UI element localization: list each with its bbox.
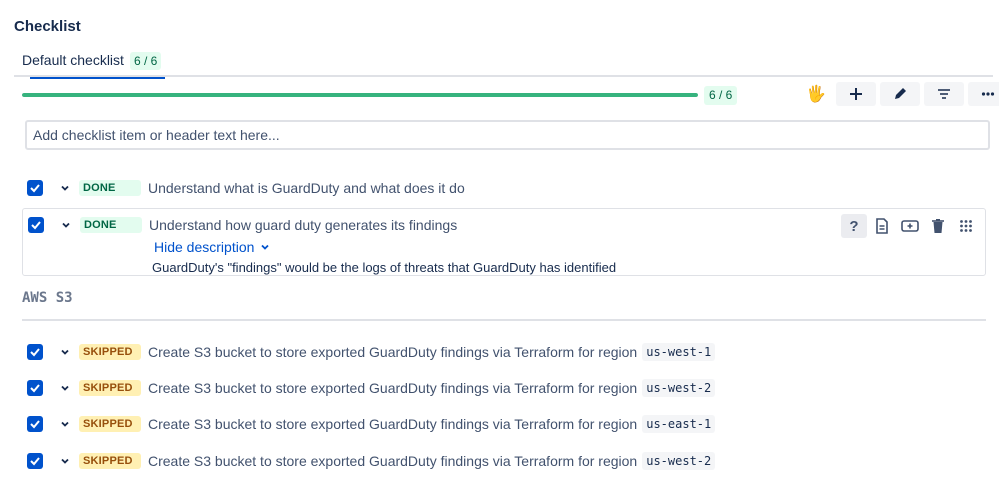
tab-active-underline xyxy=(30,77,166,79)
add-item-button[interactable] xyxy=(836,82,876,106)
hide-description-link[interactable]: Hide description xyxy=(154,239,270,255)
checklist-item: SKIPPED Create S3 bucket to store export… xyxy=(22,444,986,478)
plus-icon xyxy=(850,88,862,100)
filter-icon xyxy=(938,89,950,99)
item-checkbox[interactable] xyxy=(27,416,43,432)
item-description[interactable]: GuardDuty's "findings" would be the logs… xyxy=(152,260,616,275)
raised-hand-icon[interactable]: 🖐 xyxy=(800,82,832,106)
expand-toggle[interactable] xyxy=(57,380,73,396)
status-lozenge[interactable]: DONE xyxy=(80,217,142,233)
region-code: us-west-1 xyxy=(642,343,716,361)
pencil-icon xyxy=(895,88,906,99)
checklist-toolbar: 🖐 xyxy=(800,82,999,106)
checklist-item: SKIPPED Create S3 bucket to store export… xyxy=(22,335,986,369)
trash-icon xyxy=(932,219,944,233)
chevron-down-icon xyxy=(261,244,270,250)
description-button[interactable] xyxy=(869,214,895,238)
item-text[interactable]: Create S3 bucket to store exported Guard… xyxy=(148,380,637,396)
tab-default-checklist[interactable]: Default checklist 6 / 6 xyxy=(22,50,166,79)
check-icon xyxy=(30,184,40,193)
checklist-item: DONE Understand what is GuardDuty and wh… xyxy=(22,171,986,205)
item-text[interactable]: Understand what is GuardDuty and what do… xyxy=(148,180,465,196)
item-text[interactable]: Understand how guard duty generates its … xyxy=(149,217,457,233)
item-checkbox[interactable] xyxy=(27,180,43,196)
drag-handle-icon xyxy=(960,220,972,232)
chevron-down-icon xyxy=(61,349,69,355)
help-button[interactable]: ? xyxy=(841,214,867,238)
status-lozenge[interactable]: SKIPPED xyxy=(79,453,141,469)
status-lozenge[interactable]: SKIPPED xyxy=(79,344,141,360)
region-code: us-west-2 xyxy=(642,379,716,397)
tab-count-badge: 6 / 6 xyxy=(129,52,162,70)
progress-bar xyxy=(22,93,698,97)
item-text[interactable]: Create S3 bucket to store exported Guard… xyxy=(148,344,637,360)
chevron-down-icon xyxy=(61,421,69,427)
delete-button[interactable] xyxy=(925,214,951,238)
region-code: us-west-2 xyxy=(642,452,716,470)
checklist-tabs: Default checklist 6 / 6 xyxy=(14,50,993,79)
check-icon xyxy=(30,384,40,393)
help-icon: ? xyxy=(849,217,859,235)
tab-label: Default checklist xyxy=(22,52,124,68)
hide-description-label: Hide description xyxy=(154,239,255,255)
drag-handle[interactable] xyxy=(953,214,979,238)
check-icon xyxy=(30,457,40,466)
item-actions: ? xyxy=(841,214,979,238)
document-icon xyxy=(876,218,888,234)
add-item-input[interactable] xyxy=(25,120,990,150)
status-lozenge[interactable]: SKIPPED xyxy=(79,416,141,432)
expand-toggle[interactable] xyxy=(57,453,73,469)
region-code: us-east-1 xyxy=(642,415,716,433)
expand-toggle[interactable] xyxy=(57,180,73,196)
status-lozenge[interactable]: SKIPPED xyxy=(79,380,141,396)
checklist-title: Checklist xyxy=(14,18,81,35)
expand-toggle[interactable] xyxy=(57,416,73,432)
item-text[interactable]: Create S3 bucket to store exported Guard… xyxy=(148,416,637,432)
progress-fill xyxy=(22,93,698,97)
item-checkbox[interactable] xyxy=(27,380,43,396)
section-header[interactable]: AWS S3 xyxy=(22,290,73,306)
chevron-down-icon xyxy=(61,185,69,191)
item-text[interactable]: Create S3 bucket to store exported Guard… xyxy=(148,453,637,469)
convert-to-card-button[interactable] xyxy=(897,214,923,238)
check-icon xyxy=(31,221,41,230)
chevron-down-icon xyxy=(61,458,69,464)
item-checkbox[interactable] xyxy=(27,344,43,360)
add-card-icon xyxy=(901,220,919,232)
item-checkbox[interactable] xyxy=(28,217,44,233)
chevron-down-icon xyxy=(62,222,70,228)
check-icon xyxy=(30,420,40,429)
more-button[interactable] xyxy=(968,82,999,106)
checklist-item: SKIPPED Create S3 bucket to store export… xyxy=(22,407,986,441)
more-icon xyxy=(981,92,995,96)
item-checkbox[interactable] xyxy=(27,453,43,469)
check-icon xyxy=(30,348,40,357)
progress-label: 6 / 6 xyxy=(704,86,738,105)
checklist-item: SKIPPED Create S3 bucket to store export… xyxy=(22,371,986,405)
section-divider xyxy=(22,319,986,321)
chevron-down-icon xyxy=(61,385,69,391)
status-lozenge[interactable]: DONE xyxy=(79,180,141,196)
expand-toggle[interactable] xyxy=(58,217,74,233)
expand-toggle[interactable] xyxy=(57,344,73,360)
filter-button[interactable] xyxy=(924,82,964,106)
edit-button[interactable] xyxy=(880,82,920,106)
checklist-item-expanded: DONE Understand how guard duty generates… xyxy=(22,208,986,276)
